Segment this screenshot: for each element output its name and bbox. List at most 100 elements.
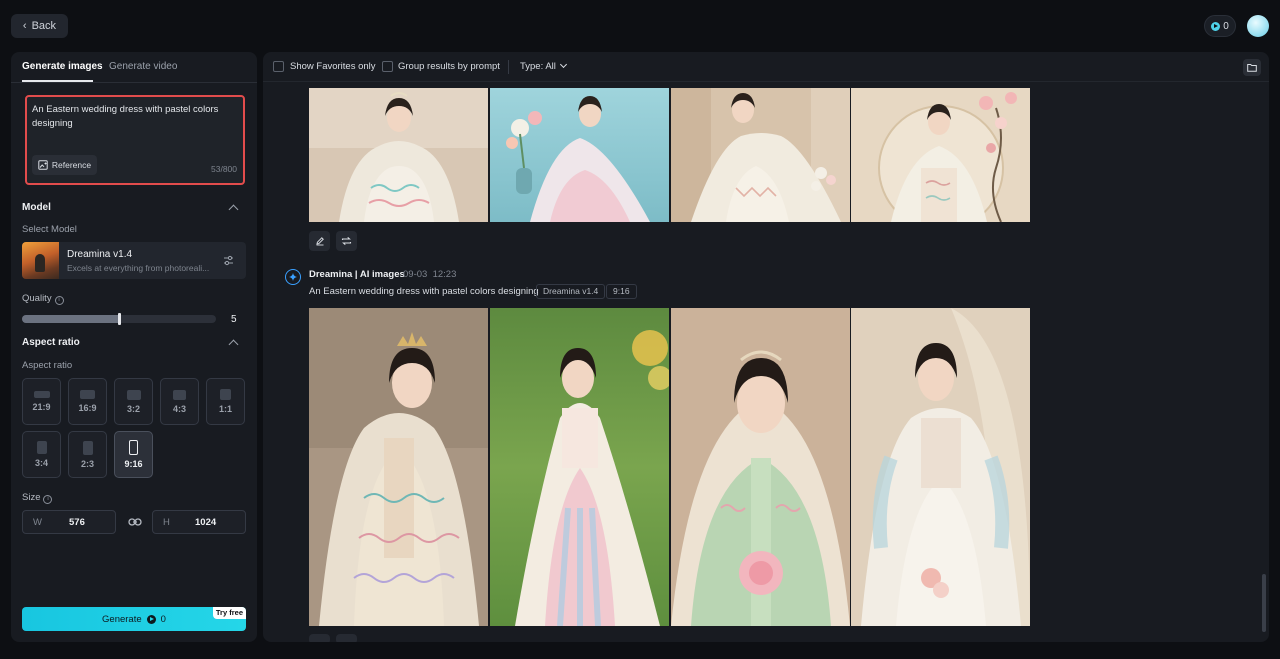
bride-photo-image xyxy=(309,88,488,222)
generation-settings-panel: Generate images Generate video An Easter… xyxy=(11,52,257,642)
result-image[interactable] xyxy=(309,308,488,626)
result-image[interactable] xyxy=(309,88,488,222)
link-icon[interactable] xyxy=(128,516,142,528)
quality-slider-fill xyxy=(22,315,119,323)
generate-cost: 0 xyxy=(160,613,166,625)
ratio-option-3-4[interactable]: 3:4 xyxy=(22,431,61,478)
quality-value: 5 xyxy=(231,314,237,325)
collapse-aspect-ratio-chevron-icon[interactable] xyxy=(228,339,239,350)
collapse-model-chevron-icon[interactable] xyxy=(228,204,239,215)
width-value[interactable]: 576 xyxy=(69,517,85,528)
ratio-tag: 9:16 xyxy=(606,284,637,299)
ratio-option-4-3[interactable]: 4:3 xyxy=(160,378,199,425)
ratio-label: 2:3 xyxy=(80,458,94,469)
select-model-label: Select Model xyxy=(22,224,77,235)
result-image[interactable] xyxy=(490,88,669,222)
result-image[interactable] xyxy=(671,88,850,222)
favorites-label[interactable]: Show Favorites only xyxy=(290,61,376,72)
ratio-shape-icon xyxy=(220,389,231,400)
chevron-down-icon xyxy=(559,60,567,69)
credit-coin-icon xyxy=(146,614,156,624)
result-image[interactable] xyxy=(851,308,1030,626)
regenerate-button[interactable] xyxy=(336,231,357,251)
model-selector[interactable]: Dreamina v1.4 Excels at everything from … xyxy=(22,242,246,279)
result-image[interactable] xyxy=(851,88,1030,222)
generation-datetime: 09-03 12:23 xyxy=(403,269,456,280)
result-image[interactable] xyxy=(671,308,850,626)
back-button[interactable]: ‹ Back xyxy=(11,14,68,38)
width-field[interactable]: W 576 xyxy=(22,510,116,534)
ratio-option-9-16[interactable]: 9:16 xyxy=(114,431,153,478)
bride-photo-image xyxy=(309,308,488,626)
ratio-label: 9:16 xyxy=(124,459,143,469)
ratio-shape-icon xyxy=(173,389,186,400)
ratio-option-1-1[interactable]: 1:1 xyxy=(206,378,245,425)
favorites-checkbox[interactable] xyxy=(273,61,284,72)
ratio-label: 3:4 xyxy=(34,458,48,468)
results-panel: Show Favorites only Group results by pro… xyxy=(263,52,1269,642)
bride-photo-image xyxy=(490,88,669,222)
quality-label: Quality xyxy=(22,293,52,304)
info-icon[interactable]: i xyxy=(54,296,64,305)
height-value[interactable]: 1024 xyxy=(195,517,216,528)
bride-photo-image xyxy=(671,308,850,626)
regenerate-button[interactable] xyxy=(336,634,357,642)
tab-generate-images[interactable]: Generate images xyxy=(22,61,103,72)
active-tab-indicator xyxy=(22,80,93,82)
ratio-option-2-3[interactable]: 2:3 xyxy=(68,431,107,478)
ratio-label: 3:2 xyxy=(126,403,140,414)
model-description: Excels at everything from photoreali... xyxy=(67,263,210,273)
sparkle-icon xyxy=(289,273,297,281)
model-tag: Dreamina v1.4 xyxy=(536,284,606,299)
type-filter-dropdown[interactable]: Type: All xyxy=(520,60,567,72)
quality-slider-handle[interactable] xyxy=(118,313,121,325)
quality-slider[interactable] xyxy=(22,313,216,325)
group-checkbox[interactable] xyxy=(382,61,393,72)
user-avatar[interactable] xyxy=(1247,15,1269,37)
reference-button[interactable]: Reference xyxy=(32,155,97,175)
model-section-title: Model xyxy=(22,202,51,213)
model-name: Dreamina v1.4 xyxy=(67,249,133,260)
ratio-shape-icon xyxy=(82,440,93,455)
mode-tabs: Generate images Generate video xyxy=(11,52,257,83)
folder-icon xyxy=(1247,64,1257,72)
type-filter-label: Type: All xyxy=(520,61,556,72)
generation-time: 12:23 xyxy=(432,269,457,280)
sliders-icon[interactable] xyxy=(223,255,234,266)
generate-button[interactable]: Generate 0 Try free xyxy=(22,607,246,631)
ratio-label: 4:3 xyxy=(172,403,186,414)
result-image[interactable] xyxy=(490,308,669,626)
ratio-shape-icon xyxy=(36,441,47,454)
edit-button[interactable] xyxy=(309,634,330,642)
chevron-left-icon: ‹ xyxy=(22,20,27,32)
size-label: Size xyxy=(22,492,41,503)
ratio-label: 16:9 xyxy=(78,403,97,413)
height-field[interactable]: H 1024 xyxy=(152,510,246,534)
quality-label-row: Quality i xyxy=(22,293,64,305)
ratio-shape-icon xyxy=(129,440,138,455)
group-label[interactable]: Group results by prompt xyxy=(398,61,500,72)
ratio-option-3-2[interactable]: 3:2 xyxy=(114,378,153,425)
dreamina-logo-icon xyxy=(285,269,301,285)
ratio-shape-icon xyxy=(80,390,95,399)
results-scrollbar[interactable] xyxy=(1262,574,1266,632)
ratio-option-21-9[interactable]: 21:9 xyxy=(22,378,61,425)
ratio-shape-icon xyxy=(126,389,141,400)
bride-photo-image xyxy=(851,88,1030,222)
tab-generate-video[interactable]: Generate video xyxy=(109,61,177,72)
prompt-input[interactable]: An Eastern wedding dress with pastel col… xyxy=(25,95,245,185)
bride-photo-image xyxy=(671,88,850,222)
edit-button[interactable] xyxy=(309,231,330,251)
model-thumbnail xyxy=(22,242,59,279)
pencil-icon xyxy=(315,237,324,246)
image-reference-icon xyxy=(38,160,48,170)
ratio-shape-icon xyxy=(33,391,50,398)
generation-date: 09-03 xyxy=(403,269,428,280)
credits-badge[interactable]: 0 xyxy=(1204,15,1236,37)
prompt-text[interactable]: An Eastern wedding dress with pastel col… xyxy=(32,103,232,131)
width-field-label: W xyxy=(33,517,42,528)
ratio-option-16-9[interactable]: 16:9 xyxy=(68,378,107,425)
folder-button[interactable] xyxy=(1243,59,1261,76)
credits-count: 0 xyxy=(1223,20,1229,32)
info-icon[interactable]: i xyxy=(43,495,53,504)
